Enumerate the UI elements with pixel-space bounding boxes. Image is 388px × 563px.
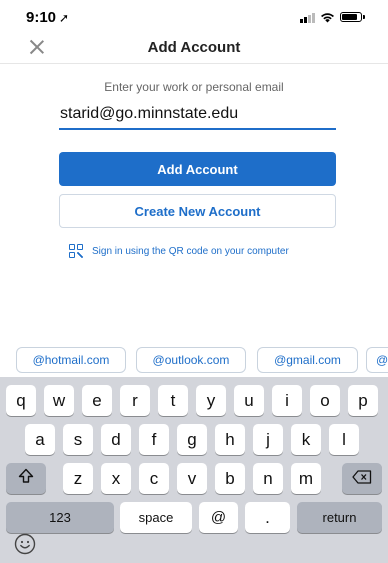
delete-key[interactable] xyxy=(342,463,382,494)
key-f[interactable]: f xyxy=(139,424,169,455)
key-c[interactable]: c xyxy=(139,463,169,494)
key-j[interactable]: j xyxy=(253,424,283,455)
key-r[interactable]: r xyxy=(120,385,150,416)
keyboard: q w e r t y u i o p a s d f g h j k l z … xyxy=(0,377,388,563)
qr-code-icon xyxy=(69,244,83,258)
key-x[interactable]: x xyxy=(101,463,131,494)
key-n[interactable]: n xyxy=(253,463,283,494)
shift-key[interactable] xyxy=(6,463,46,494)
key-v[interactable]: v xyxy=(177,463,207,494)
email-input[interactable] xyxy=(59,104,336,130)
numbers-key[interactable]: 123 xyxy=(6,502,114,533)
key-t[interactable]: t xyxy=(158,385,188,416)
qr-sign-in-link[interactable]: Sign in using the QR code on your comput… xyxy=(69,244,289,258)
key-o[interactable]: o xyxy=(310,385,340,416)
key-m[interactable]: m xyxy=(291,463,321,494)
at-key[interactable]: @ xyxy=(199,502,238,533)
key-g[interactable]: g xyxy=(177,424,207,455)
key-e[interactable]: e xyxy=(82,385,112,416)
key-y[interactable]: y xyxy=(196,385,226,416)
status-time: 9:10 ➚ xyxy=(26,9,69,26)
cellular-signal-icon xyxy=(300,12,315,23)
key-k[interactable]: k xyxy=(291,424,321,455)
status-time-text: 9:10 xyxy=(26,9,57,26)
create-new-account-button[interactable]: Create New Account xyxy=(59,194,336,228)
dot-key[interactable]: . xyxy=(245,502,290,533)
battery-icon xyxy=(340,12,365,22)
suggestion-more[interactable]: @ xyxy=(366,347,388,373)
key-z[interactable]: z xyxy=(63,463,93,494)
qr-sign-in-label: Sign in using the QR code on your comput… xyxy=(92,245,289,257)
status-icons xyxy=(300,11,365,23)
email-domain-suggestions: @hotmail.com @outlook.com @gmail.com @ xyxy=(0,347,388,377)
key-p[interactable]: p xyxy=(348,385,378,416)
key-s[interactable]: s xyxy=(63,424,93,455)
suggestion-gmail[interactable]: @gmail.com xyxy=(257,347,358,373)
add-account-button[interactable]: Add Account xyxy=(59,152,336,186)
key-i[interactable]: i xyxy=(272,385,302,416)
location-icon: ➚ xyxy=(59,11,70,25)
add-account-screen: 9:10 ➚ Add Account Enter your work or per… xyxy=(0,0,388,563)
suggestion-hotmail[interactable]: @hotmail.com xyxy=(16,347,126,373)
email-prompt: Enter your work or personal email xyxy=(104,80,284,94)
key-b[interactable]: b xyxy=(215,463,245,494)
shift-icon xyxy=(18,468,34,489)
suggestion-outlook[interactable]: @outlook.com xyxy=(136,347,246,373)
key-q[interactable]: q xyxy=(6,385,36,416)
key-d[interactable]: d xyxy=(101,424,131,455)
nav-bar: Add Account xyxy=(0,30,388,64)
space-key[interactable]: space xyxy=(120,502,192,533)
wifi-icon xyxy=(321,12,334,22)
return-key[interactable]: return xyxy=(297,502,382,533)
key-l[interactable]: l xyxy=(329,424,359,455)
key-u[interactable]: u xyxy=(234,385,264,416)
backspace-icon xyxy=(352,469,372,489)
key-h[interactable]: h xyxy=(215,424,245,455)
key-a[interactable]: a xyxy=(25,424,55,455)
key-w[interactable]: w xyxy=(44,385,74,416)
status-bar: 9:10 ➚ xyxy=(0,0,388,30)
emoji-icon[interactable] xyxy=(14,533,36,555)
page-title: Add Account xyxy=(147,39,241,56)
